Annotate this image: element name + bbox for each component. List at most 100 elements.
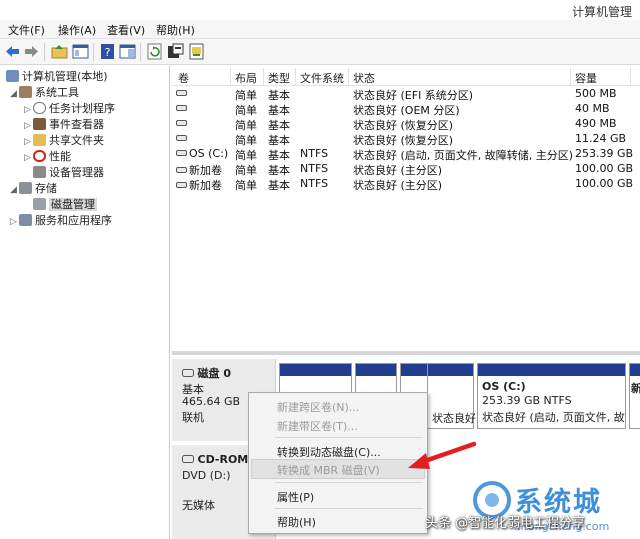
collapsed-arrow-icon[interactable]: ▷	[24, 137, 33, 147]
volume-capacity: 11.24 GB	[575, 132, 627, 145]
tree-item-storage[interactable]: ◢ 存储	[10, 180, 57, 196]
volume-name: 新加卷	[189, 179, 222, 192]
expanded-arrow-icon[interactable]: ◢	[10, 185, 19, 195]
table-row[interactable]: 新加卷 简单 基本 NTFS 状态良好 (主分区) 100.00 GB	[172, 176, 640, 192]
table-row[interactable]: 简单 基本 状态良好 (OEM 分区) 40 MB	[172, 101, 640, 117]
table-row[interactable]: 简单 基本 状态良好 (恢复分区) 490 MB	[172, 116, 640, 132]
column-separator[interactable]	[348, 68, 349, 86]
services-icon	[19, 214, 32, 226]
menu-view[interactable]: 查看(V)	[107, 22, 145, 38]
disk-icon	[182, 369, 194, 377]
table-row[interactable]: 新加卷 简单 基本 NTFS 状态良好 (主分区) 100.00 GB	[172, 161, 640, 177]
partition-bar	[280, 364, 351, 376]
event-log-icon	[33, 118, 46, 130]
column-header-capacity[interactable]: 容量	[575, 70, 597, 86]
volume-layout: 简单	[235, 179, 257, 192]
column-separator[interactable]	[295, 68, 296, 86]
partition-os[interactable]: OS (C:) 253.39 GB NTFS 状态良好 (启动, 页面文件, 故	[477, 363, 626, 429]
volume-icon	[176, 120, 187, 126]
menu-new-spanned-volume: 新建跨区卷(N)...	[277, 401, 360, 414]
forward-arrow-icon[interactable]	[23, 43, 40, 60]
column-separator[interactable]	[230, 68, 231, 86]
tree-item-disk-management[interactable]: 磁盘管理	[33, 196, 97, 212]
volume-icon	[176, 105, 187, 111]
collapsed-arrow-icon[interactable]: ▷	[24, 121, 33, 131]
volume-filesystem: NTFS	[300, 162, 329, 175]
cdrom-icon	[182, 455, 194, 463]
up-folder-icon[interactable]	[51, 43, 68, 60]
menu-separator	[275, 482, 423, 483]
column-separator[interactable]	[570, 68, 571, 86]
computer-icon	[6, 70, 19, 82]
menu-convert-to-mbr: 转换成 MBR 磁盘(V)	[277, 464, 380, 477]
tree-item-system-tools[interactable]: ◢ 系统工具	[10, 84, 79, 100]
partition-recovery-large[interactable]: 状态良好 (恢	[427, 363, 495, 429]
partition-new-volume-name: 新	[631, 382, 640, 395]
toolbar-separator	[44, 43, 45, 61]
show-pane-icon[interactable]	[119, 43, 136, 60]
help-icon[interactable]: ?	[99, 43, 116, 60]
toolbar-separator	[140, 43, 141, 61]
refresh-icon[interactable]	[146, 43, 163, 60]
tools-icon	[19, 86, 32, 98]
column-separator[interactable]	[263, 68, 264, 86]
table-row[interactable]: OS (C:) 简单 基本 NTFS 状态良好 (启动, 页面文件, 故障转储,…	[172, 146, 640, 162]
column-header-volume[interactable]: 卷	[178, 70, 189, 86]
partition-bar	[478, 364, 625, 376]
menu-separator	[275, 437, 423, 438]
menu-bar: 文件(F) 操作(A) 查看(V) 帮助(H)	[0, 20, 640, 39]
menu-convert-to-dynamic[interactable]: 转换到动态磁盘(C)...	[277, 444, 381, 460]
table-row[interactable]: 简单 基本 状态良好 (EFI 系统分区) 500 MB	[172, 86, 640, 102]
volume-type: 基本	[268, 179, 290, 192]
collapsed-arrow-icon[interactable]: ▷	[10, 217, 19, 227]
column-header-status[interactable]: 状态	[353, 70, 375, 86]
volume-capacity: 40 MB	[575, 102, 610, 115]
volume-icon	[176, 150, 187, 156]
partition-os-status: 状态良好 (启动, 页面文件, 故	[482, 411, 625, 424]
partition-bar	[428, 364, 473, 376]
tree-item-services-apps[interactable]: ▷ 服务和应用程序	[10, 212, 112, 228]
tree-item-device-manager[interactable]: 设备管理器	[33, 164, 104, 180]
tree-item-task-scheduler[interactable]: ▷ 任务计划程序	[24, 100, 115, 116]
toolbar-separator	[93, 43, 94, 61]
menu-file[interactable]: 文件(F)	[8, 22, 45, 38]
tree-item-event-viewer[interactable]: ▷ 事件查看器	[24, 116, 104, 132]
column-header-layout[interactable]: 布局	[235, 70, 257, 86]
cdrom-media: 无媒体	[182, 499, 215, 512]
show-tree-icon[interactable]	[72, 43, 89, 60]
column-separator[interactable]	[630, 68, 631, 86]
expanded-arrow-icon[interactable]: ◢	[10, 89, 19, 99]
svg-text:?: ?	[105, 46, 111, 59]
volume-filesystem: NTFS	[300, 147, 329, 160]
volume-filesystem: NTFS	[300, 177, 329, 190]
volume-icon	[176, 90, 187, 96]
performance-icon	[33, 150, 46, 162]
back-arrow-icon[interactable]	[4, 43, 21, 60]
collapsed-arrow-icon[interactable]: ▷	[24, 153, 33, 163]
partition-os-size: 253.39 GB NTFS	[482, 394, 572, 407]
collapsed-arrow-icon[interactable]: ▷	[24, 105, 33, 115]
column-header-filesystem[interactable]: 文件系统	[300, 70, 344, 86]
menu-help-item[interactable]: 帮助(H)	[277, 514, 316, 530]
volume-status: 状态良好 (主分区)	[353, 179, 443, 192]
toolbar: ?	[0, 39, 640, 65]
partition-bar	[356, 364, 396, 376]
properties-icon[interactable]	[167, 43, 184, 60]
partition-new-volume[interactable]: 新	[629, 363, 640, 429]
menu-help[interactable]: 帮助(H)	[156, 22, 195, 38]
volume-capacity: 490 MB	[575, 117, 617, 130]
menu-properties[interactable]: 属性(P)	[277, 489, 314, 505]
export-icon[interactable]	[188, 43, 205, 60]
column-header-type[interactable]: 类型	[268, 70, 290, 86]
partition-os-name: OS (C:)	[482, 380, 526, 393]
cdrom-name: CD-ROM	[197, 453, 249, 466]
tree-item-performance[interactable]: ▷ 性能	[24, 148, 71, 164]
volume-capacity: 253.39 GB	[575, 147, 634, 160]
storage-icon	[19, 182, 32, 194]
tree-item-root[interactable]: 计算机管理(本地)	[6, 68, 108, 84]
red-arrow-icon	[408, 441, 477, 469]
volume-name: OS (C:)	[189, 147, 229, 160]
menu-action[interactable]: 操作(A)	[58, 22, 96, 38]
tree-item-shared-folders[interactable]: ▷ 共享文件夹	[24, 132, 104, 148]
table-row[interactable]: 简单 基本 状态良好 (恢复分区) 11.24 GB	[172, 131, 640, 147]
